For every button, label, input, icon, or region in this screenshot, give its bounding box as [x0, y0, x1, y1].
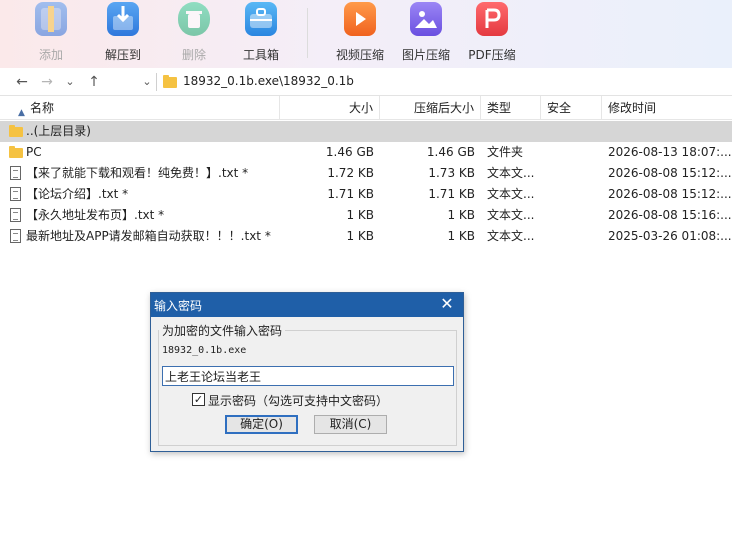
table-row[interactable]: 【论坛介绍】.txt * 1.71 KB 1.71 KB 文本文... 2026… [0, 184, 732, 205]
row-size: 1 KB [346, 208, 374, 222]
row-modified: 2025-03-26 01:08:... [608, 229, 732, 243]
video-compress-icon [344, 2, 376, 36]
add-button[interactable]: 添加 [21, 0, 81, 68]
row-size: 1 KB [346, 229, 374, 243]
video-compress-button[interactable]: 视频压缩 [330, 0, 390, 68]
image-compress-icon [410, 2, 442, 36]
delete-button[interactable]: 删除 [164, 0, 224, 68]
address-folder-icon [163, 75, 177, 88]
row-modified: 2026-08-08 15:12:... [608, 187, 732, 201]
text-file-icon [10, 229, 21, 243]
password-input[interactable] [162, 366, 454, 386]
path-chevron-down-icon[interactable]: ⌄ [137, 72, 157, 92]
row-type: 文件夹 [487, 145, 524, 159]
row-packed-size: 1.73 KB [428, 166, 475, 180]
column-security[interactable]: 安全 [541, 96, 602, 120]
folder-icon [9, 146, 23, 158]
row-type: 文本文... [487, 229, 535, 243]
row-packed-size: 1 KB [447, 208, 475, 222]
text-file-icon [10, 166, 21, 180]
row-size: 1.46 GB [325, 145, 374, 159]
image-compress-label: 图片压缩 [401, 48, 450, 62]
row-packed-size: 1 KB [447, 229, 475, 243]
folder-icon [9, 125, 23, 137]
group-label: 为加密的文件输入密码 [159, 322, 286, 339]
dialog-title-bar[interactable]: 输入密码 ✕ [151, 293, 463, 317]
row-modified: 2026-08-08 15:12:... [608, 166, 732, 180]
table-row[interactable]: PC 1.46 GB 1.46 GB 文件夹 2026-08-13 18:07:… [0, 142, 732, 163]
text-file-icon [10, 208, 21, 222]
show-password-label: 显示密码（勾选可支持中文密码） [208, 394, 389, 408]
toolbox-label: 工具箱 [242, 48, 279, 62]
close-icon[interactable]: ✕ [439, 295, 455, 313]
forward-arrow-icon[interactable]: → [37, 72, 57, 92]
address-path[interactable]: 18932_0.1b.exe\18932_0.1b [183, 74, 354, 88]
row-size: 1.72 KB [327, 166, 374, 180]
extract-to-button[interactable]: 解压到 [93, 0, 153, 68]
extract-to-icon [107, 2, 139, 36]
toolbar-separator [307, 8, 308, 58]
ok-button[interactable]: 确定(O) [225, 415, 298, 434]
row-type: 文本文... [487, 208, 535, 222]
column-header: ▲ 名称 大小 压缩后大小 类型 安全 修改时间 [0, 96, 732, 120]
video-compress-label: 视频压缩 [335, 48, 384, 62]
row-modified: 2026-08-13 18:07:... [608, 145, 732, 159]
column-size[interactable]: 大小 [280, 96, 380, 120]
row-type: 文本文... [487, 166, 535, 180]
column-type[interactable]: 类型 [481, 96, 541, 120]
extract-to-label: 解压到 [104, 48, 141, 62]
table-row[interactable]: 【永久地址发布页】.txt * 1 KB 1 KB 文本文... 2026-08… [0, 205, 732, 226]
row-type: 文本文... [487, 187, 535, 201]
row-modified: 2026-08-08 15:16:... [608, 208, 732, 222]
back-arrow-icon[interactable]: ← [12, 72, 32, 92]
column-name[interactable]: ▲ 名称 [0, 96, 280, 120]
toolbox-icon [245, 2, 277, 36]
add-archive-icon [35, 2, 67, 36]
checkmark-icon[interactable]: ✓ [192, 393, 205, 406]
address-separator [156, 73, 157, 91]
table-row[interactable]: 最新地址及APP请发邮箱自动获取！！！.txt * 1 KB 1 KB 文本文.… [0, 226, 732, 247]
table-row[interactable]: ..(上层目录) [0, 121, 732, 142]
history-chevron-down-icon[interactable]: ⌄ [60, 72, 80, 92]
pdf-compress-button[interactable]: PDF压缩 [462, 0, 522, 68]
column-modified[interactable]: 修改时间 [602, 96, 732, 120]
dialog-title: 输入密码 [154, 299, 203, 313]
encrypted-file-name: 18932_0.1b.exe [162, 345, 247, 356]
toolbox-button[interactable]: 工具箱 [231, 0, 291, 68]
delete-label: 删除 [181, 48, 206, 62]
address-bar: ← → ⌄ ↑ ⌄ 18932_0.1b.exe\18932_0.1b [0, 68, 732, 96]
row-name: PC [26, 145, 42, 159]
add-label: 添加 [38, 48, 63, 62]
up-arrow-icon[interactable]: ↑ [84, 72, 104, 92]
row-name: 最新地址及APP请发邮箱自动获取！！！.txt * [26, 229, 271, 243]
row-name: 【永久地址发布页】.txt * [26, 208, 165, 222]
row-name: 【来了就能下载和观看！纯免费！】.txt * [26, 166, 249, 180]
pdf-compress-label: PDF压缩 [468, 48, 516, 62]
image-compress-button[interactable]: 图片压缩 [396, 0, 456, 68]
text-file-icon [10, 187, 21, 201]
row-packed-size: 1.46 GB [426, 145, 475, 159]
password-dialog: 输入密码 ✕ 为加密的文件输入密码 18932_0.1b.exe ✓ 显示密码（… [150, 292, 464, 452]
delete-icon [178, 2, 210, 36]
cancel-button[interactable]: 取消(C) [314, 415, 387, 434]
row-packed-size: 1.71 KB [428, 187, 475, 201]
row-size: 1.71 KB [327, 187, 374, 201]
column-name-label: 名称 [30, 101, 55, 115]
row-name: 【论坛介绍】.txt * [26, 187, 129, 201]
pdf-compress-icon [476, 2, 508, 36]
column-packed-size[interactable]: 压缩后大小 [380, 96, 481, 120]
table-row[interactable]: 【来了就能下载和观看！纯免费！】.txt * 1.72 KB 1.73 KB 文… [0, 163, 732, 184]
row-name: ..(上层目录) [26, 124, 91, 138]
toolbar: 添加 解压到 删除 工具箱 视频压缩 图片压缩 PDF压缩 [0, 0, 732, 68]
